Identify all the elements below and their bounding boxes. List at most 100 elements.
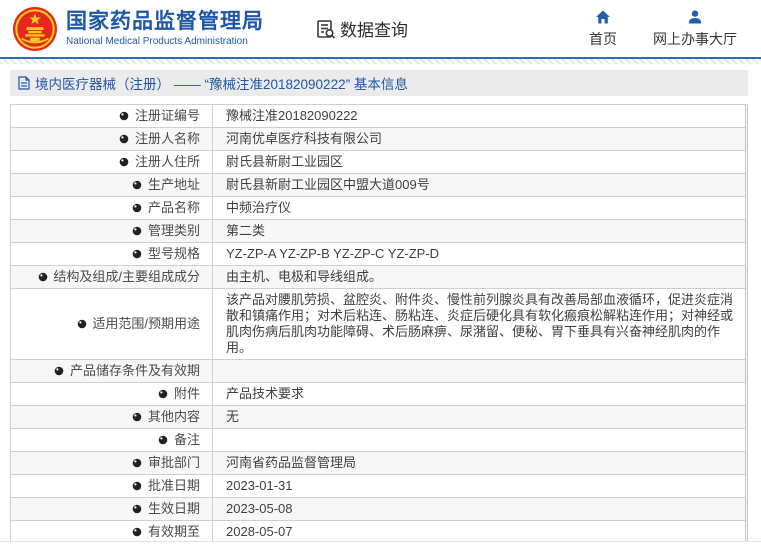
row-label-text: 注册证编号 <box>135 108 200 123</box>
row-label-text: 备注 <box>174 432 200 447</box>
row-label: 生效日期 <box>11 498 213 521</box>
table-row: 产品储存条件及有效期 <box>11 360 747 383</box>
org-name-en: National Medical Products Administration <box>66 36 264 47</box>
table-row: 管理类别 第二类 <box>11 220 747 243</box>
note-icon <box>132 226 142 236</box>
org-title-block: 国家药品监督管理局 National Medical Products Admi… <box>66 10 264 47</box>
row-value: 尉氏县新尉工业园区 <box>213 151 747 174</box>
row-value: 河南优卓医疗科技有限公司 <box>213 128 747 151</box>
table-row: 适用范围/预期用途 该产品对腰肌劳损、盆腔炎、附件炎、慢性前列腺炎具有改善局部血… <box>11 289 747 360</box>
table-row: 型号规格 YZ-ZP-A YZ-ZP-B YZ-ZP-C YZ-ZP-D <box>11 243 747 266</box>
row-label: 注册证编号 <box>11 105 213 128</box>
note-icon <box>132 203 142 213</box>
row-value: 无 <box>213 406 747 429</box>
document-icon <box>18 76 30 90</box>
row-label-text: 管理类别 <box>148 223 200 238</box>
row-value <box>213 360 747 383</box>
row-label: 管理类别 <box>11 220 213 243</box>
row-value: 由主机、电极和导线组成。 <box>213 266 747 289</box>
table-row: 注册人名称 河南优卓医疗科技有限公司 <box>11 128 747 151</box>
row-label-text: 批准日期 <box>148 478 200 493</box>
row-label: 生产地址 <box>11 174 213 197</box>
row-label: 注册人名称 <box>11 128 213 151</box>
row-label-text: 生产地址 <box>148 177 200 192</box>
note-icon <box>119 134 129 144</box>
table-row: 附件 产品技术要求 <box>11 383 747 406</box>
note-icon <box>158 389 168 399</box>
org-name-cn: 国家药品监督管理局 <box>66 10 264 33</box>
table-row: 审批部门 河南省药品监督管理局 <box>11 452 747 475</box>
table-row: 结构及组成/主要组成成分 由主机、电极和导线组成。 <box>11 266 747 289</box>
row-label-text: 其他内容 <box>148 409 200 424</box>
data-query-label: 数据查询 <box>340 16 408 41</box>
row-value: 2023-05-08 <box>213 498 747 521</box>
row-value <box>213 429 747 452</box>
nav-item-home[interactable]: 首页 <box>589 9 617 49</box>
row-label-text: 产品名称 <box>148 200 200 215</box>
table-row: 注册人住所 尉氏县新尉工业园区 <box>11 151 747 174</box>
row-label-text: 适用范围/预期用途 <box>92 316 200 331</box>
row-label-text: 附件 <box>174 386 200 401</box>
section-title-bar: 境内医疗器械（注册） —— “豫械注准20182090222” 基本信息 <box>10 70 748 96</box>
page-title: 境内医疗器械（注册） —— “豫械注准20182090222” 基本信息 <box>35 73 408 93</box>
footer-strip <box>0 541 761 548</box>
note-icon <box>119 157 129 167</box>
row-label: 注册人住所 <box>11 151 213 174</box>
row-label: 附件 <box>11 383 213 406</box>
row-label: 其他内容 <box>11 406 213 429</box>
nav-item-label: 网上办事大厅 <box>653 29 737 49</box>
data-query-icon <box>316 19 336 39</box>
row-label: 备注 <box>11 429 213 452</box>
row-label-text: 注册人住所 <box>135 154 200 169</box>
table-row: 注册证编号 豫械注准20182090222 <box>11 105 747 128</box>
row-label: 批准日期 <box>11 475 213 498</box>
row-value: 产品技术要求 <box>213 383 747 406</box>
info-table: 注册证编号 豫械注准20182090222 注册人名称 河南优卓医疗科技有限公司… <box>10 104 748 548</box>
note-icon <box>132 504 142 514</box>
note-icon <box>132 481 142 491</box>
row-label-text: 审批部门 <box>148 455 200 470</box>
table-row: 备注 <box>11 429 747 452</box>
national-emblem-logo <box>12 6 58 52</box>
row-label-text: 有效期至 <box>148 524 200 539</box>
top-nav: 首页 网上办事大厅 <box>589 9 747 49</box>
table-row: 生产地址 尉氏县新尉工业园区中盟大道009号 <box>11 174 747 197</box>
row-value: 2023-01-31 <box>213 475 747 498</box>
row-label: 适用范围/预期用途 <box>11 289 213 360</box>
nav-item-label: 首页 <box>589 29 617 49</box>
row-label-text: 型号规格 <box>148 246 200 261</box>
note-icon <box>54 366 64 376</box>
row-label: 审批部门 <box>11 452 213 475</box>
row-label: 结构及组成/主要组成成分 <box>11 266 213 289</box>
data-query-button[interactable]: 数据查询 <box>316 16 408 41</box>
row-value: 第二类 <box>213 220 747 243</box>
row-value: YZ-ZP-A YZ-ZP-B YZ-ZP-C YZ-ZP-D <box>213 243 747 266</box>
note-icon <box>77 319 87 329</box>
row-label-text: 生效日期 <box>148 501 200 516</box>
table-row: 批准日期 2023-01-31 <box>11 475 747 498</box>
user-icon <box>687 9 703 25</box>
note-icon <box>119 111 129 121</box>
note-icon <box>132 527 142 537</box>
nav-item-service-hall[interactable]: 网上办事大厅 <box>653 9 737 49</box>
note-icon <box>132 412 142 422</box>
row-value: 河南省药品监督管理局 <box>213 452 747 475</box>
home-icon <box>595 9 611 25</box>
row-label: 型号规格 <box>11 243 213 266</box>
row-label-text: 结构及组成/主要组成成分 <box>53 269 200 284</box>
note-icon <box>158 435 168 445</box>
row-label: 产品名称 <box>11 197 213 220</box>
row-label: 产品储存条件及有效期 <box>11 360 213 383</box>
row-value: 该产品对腰肌劳损、盆腔炎、附件炎、慢性前列腺炎具有改善局部血液循环，促进炎症消散… <box>213 289 747 360</box>
top-bar: 国家药品监督管理局 National Medical Products Admi… <box>0 0 761 57</box>
row-value: 中频治疗仪 <box>213 197 747 220</box>
table-row: 产品名称 中频治疗仪 <box>11 197 747 220</box>
note-icon <box>132 249 142 259</box>
note-icon <box>132 458 142 468</box>
table-row: 生效日期 2023-05-08 <box>11 498 747 521</box>
note-icon <box>132 180 142 190</box>
table-row: 其他内容 无 <box>11 406 747 429</box>
row-value: 豫械注准20182090222 <box>213 105 747 128</box>
main-content: 境内医疗器械（注册） —— “豫械注准20182090222” 基本信息 注册证… <box>0 64 761 548</box>
row-value: 尉氏县新尉工业园区中盟大道009号 <box>213 174 747 197</box>
